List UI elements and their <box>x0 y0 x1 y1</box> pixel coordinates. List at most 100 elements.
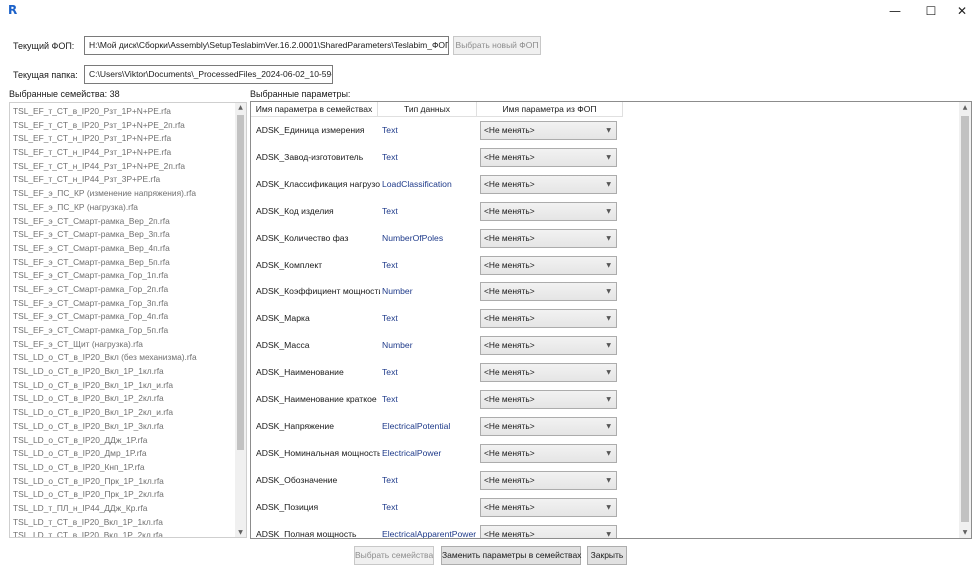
chevron-down-icon[interactable]: ▼ <box>606 499 611 516</box>
family-list-item[interactable]: TSL_LD_т_CT_в_IP20_Вкл_1P_2кл.rfa <box>13 529 197 537</box>
family-list-item[interactable]: TSL_LD_о_CT_в_IP20_Прк_1P_1кл.rfa <box>13 475 197 489</box>
replace-parameters-button[interactable]: Заменить параметры в семействах <box>441 546 581 565</box>
chevron-down-icon[interactable]: ▼ <box>606 257 611 274</box>
chevron-down-icon[interactable]: ▼ <box>606 176 611 193</box>
chevron-down-icon[interactable]: ▼ <box>606 418 611 435</box>
column-header-data-type[interactable]: Тип данных <box>378 102 477 117</box>
fop-parameter-dropdown[interactable]: <Не менять> ▼ <box>480 363 617 383</box>
select-families-button[interactable]: Выбрать семейства <box>354 546 434 565</box>
family-list-item[interactable]: TSL_EF_т_CT_н_IP44_Рзт_3P+PE.rfa <box>13 173 197 187</box>
chevron-down-icon[interactable]: ▼ <box>606 230 611 247</box>
family-list-item[interactable]: TSL_EF_э_CT_Смарт-рамка_Вер_3п.rfa <box>13 228 197 242</box>
parameter-row[interactable]: ADSK_Полная мощность ElectricalApparentPo… <box>251 521 951 539</box>
family-list-item[interactable]: TSL_EF_э_CT_Смарт-рамка_Вер_2п.rfa <box>13 215 197 229</box>
parameter-row[interactable]: ADSK_Обозначение Text <Не менять> ▼ <box>251 467 951 494</box>
parameter-row[interactable]: ADSK_Единица измерения Text <Не менять> ▼ <box>251 117 951 144</box>
parameters-scrollbar[interactable]: ▲ ▼ <box>959 102 971 538</box>
chevron-down-icon[interactable]: ▼ <box>606 122 611 139</box>
family-list-item[interactable]: TSL_LD_о_CT_в_IP20_ДДж_1P.rfa <box>13 434 197 448</box>
fop-parameter-dropdown[interactable]: <Не менять> ▼ <box>480 416 617 436</box>
family-list-item[interactable]: TSL_EF_т_CT_н_IP20_Рзт_1P+N+PE.rfa <box>13 132 197 146</box>
parameter-row[interactable]: ADSK_Напряжение ElectricalPotential <Не ме… <box>251 413 951 440</box>
parameter-row[interactable]: ADSK_Наименование краткое Text <Не менять>… <box>251 386 951 413</box>
parameters-grid[interactable]: Имя параметра в семействах Тип данных Им… <box>250 101 972 539</box>
fop-parameter-dropdown[interactable]: <Не менять> ▼ <box>480 121 617 140</box>
family-list-item[interactable]: TSL_LD_о_CT_в_IP20_Вкл_1P_1кл_и.rfa <box>13 379 197 393</box>
family-list-item[interactable]: TSL_EF_т_CT_н_IP44_Рзт_1P+N+PE_2п.rfa <box>13 160 197 174</box>
family-list-item[interactable]: TSL_EF_э_CT_Смарт-рамка_Гор_5п.rfa <box>13 324 197 338</box>
family-list-item[interactable]: TSL_EF_э_CT_Смарт-рамка_Вер_4п.rfa <box>13 242 197 256</box>
chevron-down-icon[interactable]: ▼ <box>606 283 611 300</box>
family-list-item[interactable]: TSL_LD_о_CT_в_IP20_Вкл_1P_2кл.rfa <box>13 392 197 406</box>
scroll-down-arrow-icon[interactable]: ▼ <box>235 529 246 536</box>
chevron-down-icon[interactable]: ▼ <box>606 445 611 462</box>
family-list-item[interactable]: TSL_LD_о_CT_в_IP20_Вкл (без механизма).r… <box>13 351 197 365</box>
fop-parameter-dropdown[interactable]: <Не менять> ▼ <box>480 201 617 221</box>
family-list-item[interactable]: TSL_EF_э_ПС_КР (нагрузка).rfa <box>13 201 197 215</box>
close-button[interactable]: Закрыть <box>587 546 627 565</box>
family-list-item[interactable]: TSL_EF_т_CT_в_IP20_Рзт_1P+N+PE_2п.rfa <box>13 119 197 133</box>
chevron-down-icon[interactable]: ▼ <box>606 310 611 327</box>
family-list-item[interactable]: TSL_LD_о_CT_в_IP20_Кнп_1P.rfa <box>13 461 197 475</box>
scroll-up-arrow-icon[interactable]: ▲ <box>959 104 971 111</box>
family-list-item[interactable]: TSL_EF_т_CT_н_IP44_Рзт_1P+N+PE.rfa <box>13 146 197 160</box>
column-header-family-param[interactable]: Имя параметра в семействах <box>251 102 378 117</box>
parameter-row[interactable]: ADSK_Коэффициент мощности Number <Не менят… <box>251 278 951 305</box>
parameter-row[interactable]: ADSK_Наименование Text <Не менять> ▼ <box>251 359 951 386</box>
parameter-row[interactable]: ADSK_Завод-изготовитель Text <Не менять> ▼ <box>251 144 951 171</box>
parameter-row[interactable]: ADSK_Количество фаз NumberOfPoles <Не меня… <box>251 225 951 252</box>
close-window-button[interactable]: ✕ <box>945 0 979 22</box>
fop-parameter-dropdown[interactable]: <Не менять> ▼ <box>480 390 617 409</box>
family-list-item[interactable]: TSL_EF_э_CT_Смарт-рамка_Гор_2п.rfa <box>13 283 197 297</box>
family-list-item[interactable]: TSL_LD_о_CT_в_IP20_Вкл_1P_3кл.rfa <box>13 420 197 434</box>
family-list-item[interactable]: TSL_LD_о_CT_в_IP20_Вкл_1P_1кл.rfa <box>13 365 197 379</box>
family-list-item[interactable]: TSL_EF_э_CT_Смарт-рамка_Гор_3п.rfa <box>13 297 197 311</box>
parameter-row[interactable]: ADSK_Марка Text <Не менять> ▼ <box>251 305 951 332</box>
fop-parameter-dropdown[interactable]: <Не менять> ▼ <box>480 443 617 463</box>
families-scrollbar[interactable]: ▲ ▼ <box>235 103 246 537</box>
fop-parameter-dropdown[interactable]: <Не менять> ▼ <box>480 336 617 356</box>
families-scroll-thumb[interactable] <box>237 115 244 450</box>
parameter-row[interactable]: ADSK_Комплект Text <Не менять> ▼ <box>251 252 951 279</box>
minimize-button[interactable]: — <box>878 0 912 22</box>
family-list-item[interactable]: TSL_EF_э_CT_Щит (нагрузка).rfa <box>13 338 197 352</box>
parameters-scroll-thumb[interactable] <box>961 116 969 522</box>
parameter-row[interactable]: ADSK_Масса Number <Не менять> ▼ <box>251 332 951 359</box>
chevron-down-icon[interactable]: ▼ <box>606 472 611 489</box>
chevron-down-icon[interactable]: ▼ <box>606 364 611 381</box>
select-new-fop-button[interactable]: Выбрать новый ФОП <box>453 36 541 55</box>
family-list-item[interactable]: TSL_EF_э_CT_Смарт-рамка_Гор_4п.rfa <box>13 310 197 324</box>
current-fop-path-field[interactable]: H:\Мой диск\Сборки\Assembly\SetupTeslabi… <box>84 36 449 55</box>
family-list-item[interactable]: TSL_EF_т_CT_в_IP20_Рзт_1P+N+PE.rfa <box>13 105 197 119</box>
chevron-down-icon[interactable]: ▼ <box>606 337 611 354</box>
family-list-item[interactable]: TSL_LD_о_CT_в_IP20_Дмр_1P.rfa <box>13 447 197 461</box>
current-folder-path-field[interactable]: C:\Users\Viktor\Documents\_ProcessedFile… <box>84 65 333 84</box>
fop-parameter-dropdown[interactable]: <Не менять> ▼ <box>480 174 617 194</box>
chevron-down-icon[interactable]: ▼ <box>606 526 611 539</box>
fop-parameter-dropdown[interactable]: <Не менять> ▼ <box>480 255 617 275</box>
fop-parameter-dropdown[interactable]: <Не менять> ▼ <box>480 309 617 329</box>
family-list-item[interactable]: TSL_LD_т_ПЛ_н_IP44_ДДж_Кр.rfa <box>13 502 197 516</box>
chevron-down-icon[interactable]: ▼ <box>606 149 611 166</box>
scroll-down-arrow-icon[interactable]: ▼ <box>959 529 971 536</box>
scroll-up-arrow-icon[interactable]: ▲ <box>235 104 246 111</box>
parameter-row[interactable]: ADSK_Код изделия Text <Не менять> ▼ <box>251 198 951 225</box>
parameter-row[interactable]: ADSK_Позиция Text <Не менять> ▼ <box>251 494 951 521</box>
fop-parameter-dropdown[interactable]: <Не менять> ▼ <box>480 524 617 539</box>
chevron-down-icon[interactable]: ▼ <box>606 391 611 408</box>
maximize-button[interactable]: ☐ <box>914 0 948 22</box>
family-list-item[interactable]: TSL_LD_о_CT_в_IP20_Вкл_1P_2кл_и.rfa <box>13 406 197 420</box>
family-list-item[interactable]: TSL_EF_э_CT_Смарт-рамка_Вер_5п.rfa <box>13 256 197 270</box>
families-list[interactable]: TSL_EF_т_CT_в_IP20_Рзт_1P+N+PE.rfa TSL_EF… <box>9 102 247 538</box>
fop-parameter-dropdown[interactable]: <Не менять> ▼ <box>480 282 617 302</box>
chevron-down-icon[interactable]: ▼ <box>606 203 611 220</box>
parameter-row[interactable]: ADSK_Классификация нагрузок LoadClassific… <box>251 171 951 198</box>
family-list-item[interactable]: TSL_EF_э_CT_Смарт-рамка_Гор_1п.rfa <box>13 269 197 283</box>
family-list-item[interactable]: TSL_LD_т_CT_в_IP20_Вкл_1P_1кл.rfa <box>13 516 197 530</box>
fop-parameter-dropdown[interactable]: <Не менять> ▼ <box>480 228 617 248</box>
family-list-item[interactable]: TSL_EF_э_ПС_КР (изменение напряжения).rf… <box>13 187 197 201</box>
fop-parameter-dropdown[interactable]: <Не менять> ▼ <box>480 147 617 167</box>
parameter-row[interactable]: ADSK_Номинальная мощность ElectricalPower… <box>251 440 951 467</box>
fop-parameter-dropdown[interactable]: <Не менять> ▼ <box>480 497 617 517</box>
column-header-fop-param[interactable]: Имя параметра из ФОП <box>477 102 623 117</box>
